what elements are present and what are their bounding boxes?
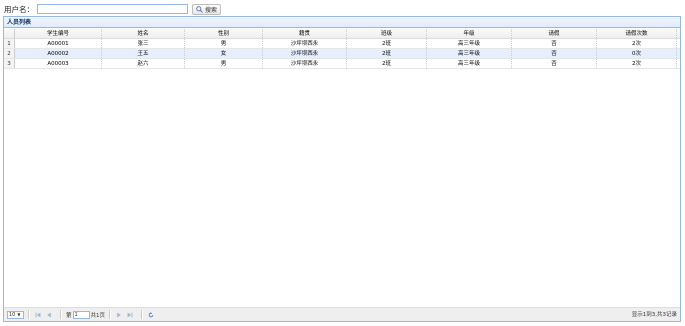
prev-page-button[interactable] bbox=[45, 311, 53, 319]
column-header-grade[interactable]: 年级 bbox=[427, 29, 512, 38]
next-page-icon bbox=[116, 312, 122, 318]
cell-grade: 高三年级 bbox=[427, 39, 512, 48]
cell-student-id: A00003 bbox=[15, 59, 102, 68]
search-button-label: 搜索 bbox=[205, 6, 218, 14]
search-button[interactable]: 搜索 bbox=[192, 3, 222, 15]
cell-gender: 男 bbox=[185, 59, 263, 68]
cell-name: 赵六 bbox=[102, 59, 185, 68]
search-bar: 用户名： 搜索 bbox=[4, 3, 222, 15]
current-page-input[interactable]: 1 bbox=[72, 310, 90, 319]
username-label: 用户名： bbox=[4, 4, 34, 14]
page-size-value: 10 bbox=[9, 311, 16, 318]
cell-class: 2班 bbox=[347, 49, 427, 58]
rownum-header bbox=[4, 29, 15, 38]
first-page-button[interactable] bbox=[34, 311, 42, 319]
column-header-leave[interactable]: 请假 bbox=[512, 29, 597, 38]
cell-name: 王五 bbox=[102, 49, 185, 58]
cell-grade: 高三年级 bbox=[427, 49, 512, 58]
pager-separator bbox=[60, 310, 62, 319]
column-header-hometown[interactable]: 籍贯 bbox=[263, 29, 347, 38]
next-page-button[interactable] bbox=[115, 311, 123, 319]
prev-page-icon bbox=[46, 312, 52, 318]
search-icon bbox=[196, 5, 203, 13]
cell-gender: 女 bbox=[185, 49, 263, 58]
column-header-gender[interactable]: 性别 bbox=[185, 29, 263, 38]
first-page-icon bbox=[35, 312, 41, 318]
cell-leave-count: 2次 bbox=[597, 39, 677, 48]
cell-hometown: 沙坪坝西永 bbox=[263, 49, 347, 58]
column-header-student-id[interactable]: 学生编号 bbox=[15, 29, 102, 38]
cell-leave-count: 2次 bbox=[597, 59, 677, 68]
pagination-info: 显示1到3,共3记录 bbox=[631, 312, 677, 318]
cell-hometown: 沙坪坝西永 bbox=[263, 39, 347, 48]
cell-class: 2班 bbox=[347, 39, 427, 48]
data-grid: 学生编号 姓名 性别 籍贯 班级 年级 请假 请假次数 1 A00001 张三 … bbox=[4, 29, 680, 308]
cell-hometown: 沙坪坝西永 bbox=[263, 59, 347, 68]
cell-student-id: A00002 bbox=[15, 49, 102, 58]
last-page-icon bbox=[127, 312, 133, 318]
table-row[interactable]: 2 A00002 王五 女 沙坪坝西永 2班 高三年级 否 0次 bbox=[4, 49, 680, 59]
cell-grade: 高三年级 bbox=[427, 59, 512, 68]
cell-leave-count: 0次 bbox=[597, 49, 677, 58]
column-header-class[interactable]: 班级 bbox=[347, 29, 427, 38]
pagination-bar: 10 ▼ 第 1 共1页 显示1到3,共3记录 bbox=[4, 307, 680, 321]
cell-leave: 否 bbox=[512, 59, 597, 68]
last-page-button[interactable] bbox=[126, 311, 134, 319]
refresh-icon bbox=[148, 311, 154, 318]
cell-class: 2班 bbox=[347, 59, 427, 68]
column-header-leave-count[interactable]: 请假次数 bbox=[597, 29, 677, 38]
username-search-input[interactable] bbox=[37, 4, 188, 14]
cell-leave: 否 bbox=[512, 49, 597, 58]
table-row[interactable]: 3 A00003 赵六 男 沙坪坝西永 2班 高三年级 否 2次 bbox=[4, 59, 680, 69]
chevron-down-icon: ▼ bbox=[17, 312, 21, 317]
grid-header: 学生编号 姓名 性别 籍贯 班级 年级 请假 请假次数 bbox=[4, 29, 680, 39]
total-pages: 共1页 bbox=[90, 312, 106, 319]
row-number: 1 bbox=[4, 39, 15, 48]
pager-separator bbox=[28, 310, 30, 319]
panel-title: 人员列表 bbox=[4, 17, 680, 28]
cell-name: 张三 bbox=[102, 39, 185, 48]
column-header-name[interactable]: 姓名 bbox=[102, 29, 185, 38]
row-number: 3 bbox=[4, 59, 15, 68]
pager-separator bbox=[141, 310, 144, 319]
cell-leave: 否 bbox=[512, 39, 597, 48]
user-list-panel: 人员列表 学生编号 姓名 性别 籍贯 班级 年级 请假 请假次数 1 A0000… bbox=[3, 16, 681, 322]
cell-student-id: A00001 bbox=[15, 39, 102, 48]
page-size-select[interactable]: 10 ▼ bbox=[7, 310, 24, 319]
page-prefix: 第 bbox=[66, 312, 72, 319]
row-number: 2 bbox=[4, 49, 15, 58]
table-row[interactable]: 1 A00001 张三 男 沙坪坝西永 2班 高三年级 否 2次 bbox=[4, 39, 680, 49]
pager-separator bbox=[109, 310, 112, 319]
cell-gender: 男 bbox=[185, 39, 263, 48]
refresh-button[interactable] bbox=[147, 311, 155, 319]
